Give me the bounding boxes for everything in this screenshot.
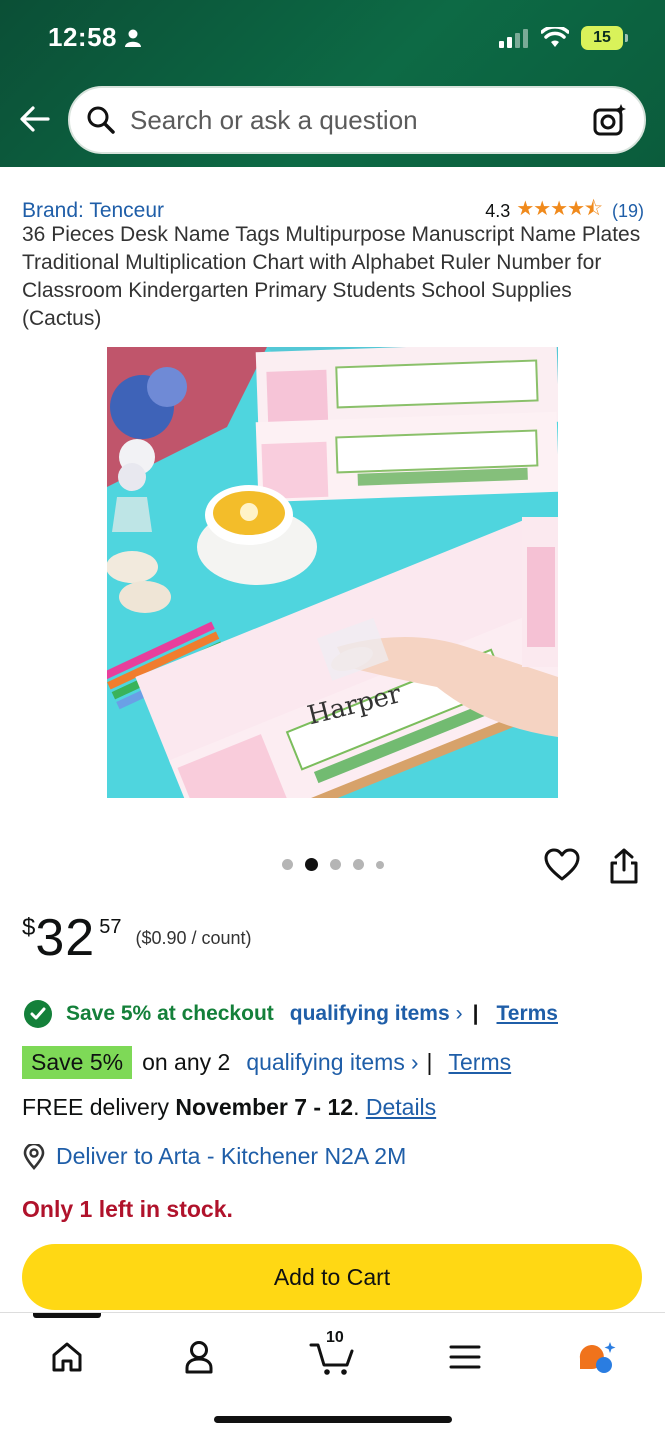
heart-icon[interactable] [544,848,580,882]
home-icon [52,1342,82,1372]
camera-search-icon[interactable] [592,102,628,138]
search-bar[interactable] [68,86,646,154]
deliver-to-location[interactable]: Deliver to Arta - Kitchener N2A 2M [22,1143,406,1170]
brand-link[interactable]: Brand: Tenceur [22,199,164,223]
account-icon [185,1341,213,1374]
time-text: 12:58 [48,22,117,52]
status-time: 12:58 [48,22,141,53]
menu-icon [449,1345,481,1369]
carousel-dot[interactable] [352,859,364,870]
home-indicator [214,1416,452,1423]
delivery-dates: November 7 - 12 [175,1094,354,1120]
price-fraction: 57 [99,916,122,938]
promo-text: on any 2 [142,1049,231,1075]
chevron-right-icon: › [455,1002,463,1025]
product-image[interactable]: Harper [107,347,558,798]
carousel-dot[interactable] [281,859,293,870]
product-title: 36 Pieces Desk Name Tags Multipurpose Ma… [22,223,641,330]
search-input[interactable] [130,104,592,136]
deliver-to-text: Deliver to Arta - Kitchener N2A 2M [56,1143,407,1169]
separator: | [472,1002,479,1025]
wifi-icon [541,27,569,47]
terms-link[interactable]: Terms [449,1049,512,1076]
nav-home[interactable] [37,1333,97,1381]
product-photo-illustration: Harper [107,347,558,798]
review-count-link[interactable]: (19) [612,201,644,222]
share-icon[interactable] [608,848,640,884]
delivery-suffix: . [353,1094,360,1120]
location-pin-icon [23,1143,45,1170]
qualifying-items-link[interactable]: qualifying items [246,1049,405,1076]
delivery-details-link[interactable]: Details [366,1094,436,1120]
chevron-right-icon: › [410,1049,419,1075]
assistant-icon [579,1342,616,1373]
carousel-dot[interactable] [329,859,341,870]
active-tab-indicator [33,1313,101,1318]
status-bar: 12:58 15 [0,0,665,80]
checkmark-icon [24,1000,52,1028]
cart-count-badge: 10 [326,1329,344,1346]
nav-account[interactable] [169,1333,229,1381]
stock-status: Only 1 left in stock. [22,1196,233,1222]
separator: | [426,1049,433,1075]
price: $ 32 57 ($0.90 / count) [22,908,252,968]
carousel-dot[interactable] [375,861,384,869]
signal-icon [499,29,528,48]
nav-cart[interactable]: 10 [302,1329,362,1381]
price-whole: 32 [35,909,96,967]
checkout-promo: Save 5% at checkout qualifying items › |… [24,1000,558,1028]
search-icon [87,106,115,134]
carousel-dot-active[interactable] [304,858,318,871]
person-icon [125,29,141,47]
multi-buy-promo: Save 5% on any 2 qualifying items › | Te… [22,1046,511,1079]
status-icons: 15 [499,26,628,50]
delivery-info: FREE delivery November 7 - 12. Details [22,1094,436,1121]
add-to-cart-button[interactable]: Add to Cart [22,1244,642,1310]
back-arrow-icon[interactable] [18,102,52,136]
unit-price: ($0.90 / count) [135,928,252,948]
price-currency: $ [22,914,36,941]
rating-value: 4.3 [485,200,511,221]
terms-link[interactable]: Terms [497,1002,558,1026]
nav-rufus-assistant[interactable] [567,1333,627,1381]
promo-text: Save 5% at checkout [66,1002,274,1025]
battery-indicator: 15 [581,26,628,50]
qualifying-items-link[interactable]: qualifying items [290,1002,450,1026]
delivery-prefix: FREE delivery [22,1094,169,1120]
header: 12:58 15 [0,0,665,167]
save-badge: Save 5% [22,1046,133,1079]
nav-menu[interactable] [435,1333,495,1381]
